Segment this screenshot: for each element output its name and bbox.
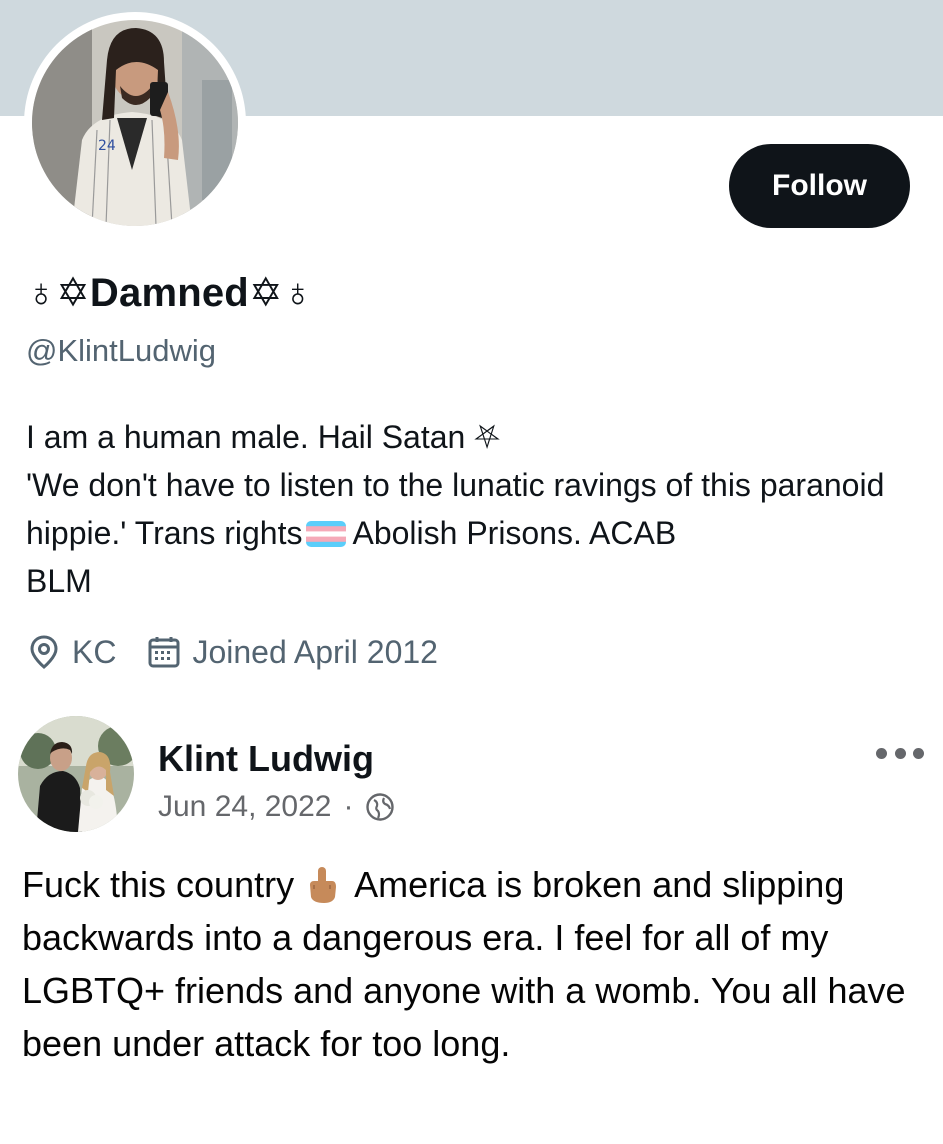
middle-finger-emoji [304, 865, 340, 905]
meta-separator: · [343, 790, 354, 823]
post-avatar-photo [18, 716, 134, 832]
profile-avatar[interactable]: 24 [32, 20, 238, 226]
post-body: Fuck this country America is broken and s… [22, 858, 927, 1070]
profile-joined: Joined April 2012 [146, 634, 438, 671]
profile-bio: I am a human male. Hail Satan ⛧ 'We don'… [26, 413, 916, 605]
more-dots-icon [876, 747, 887, 759]
calendar-icon [146, 634, 182, 670]
bio-line-1: I am a human male. Hail Satan ⛧ [26, 419, 500, 455]
more-dots-icon [913, 747, 924, 759]
svg-text:24: 24 [98, 138, 116, 154]
post-author-avatar[interactable] [18, 716, 134, 832]
name-text: Damned [89, 271, 249, 315]
profile-meta: KC Joined April 2012 [26, 627, 468, 677]
location-pin-icon [26, 634, 62, 670]
post-meta-row: Jun 24, 2022 · [158, 787, 395, 827]
bio-text-part2: Abolish Prisons. ACAB [352, 515, 677, 551]
location-text: KC [72, 633, 117, 670]
profile-location: KC [26, 634, 116, 671]
bio-line-3: BLM [26, 563, 92, 599]
follow-button[interactable]: Follow [729, 144, 910, 228]
profile-handle: @KlintLudwig [26, 333, 217, 368]
post-date[interactable]: Jun 24, 2022 [158, 790, 331, 824]
profile-display-name: ♁✡Damned✡♁ [26, 270, 313, 316]
more-options-button[interactable] [876, 740, 924, 766]
name-symbols-right: ✡♁ [248, 271, 313, 315]
bio-line-2: 'We don't have to listen to the lunatic … [26, 461, 916, 557]
joined-text: Joined April 2012 [192, 633, 438, 670]
name-symbols-left: ♁✡ [26, 271, 90, 315]
trans-flag-emoji [306, 521, 347, 547]
post-text-part1: Fuck this country [22, 864, 295, 905]
globe-icon [365, 792, 395, 822]
avatar-photo: 24 [32, 20, 238, 226]
more-dots-icon [894, 747, 906, 759]
post-author-name[interactable]: Klint Ludwig [158, 738, 374, 780]
